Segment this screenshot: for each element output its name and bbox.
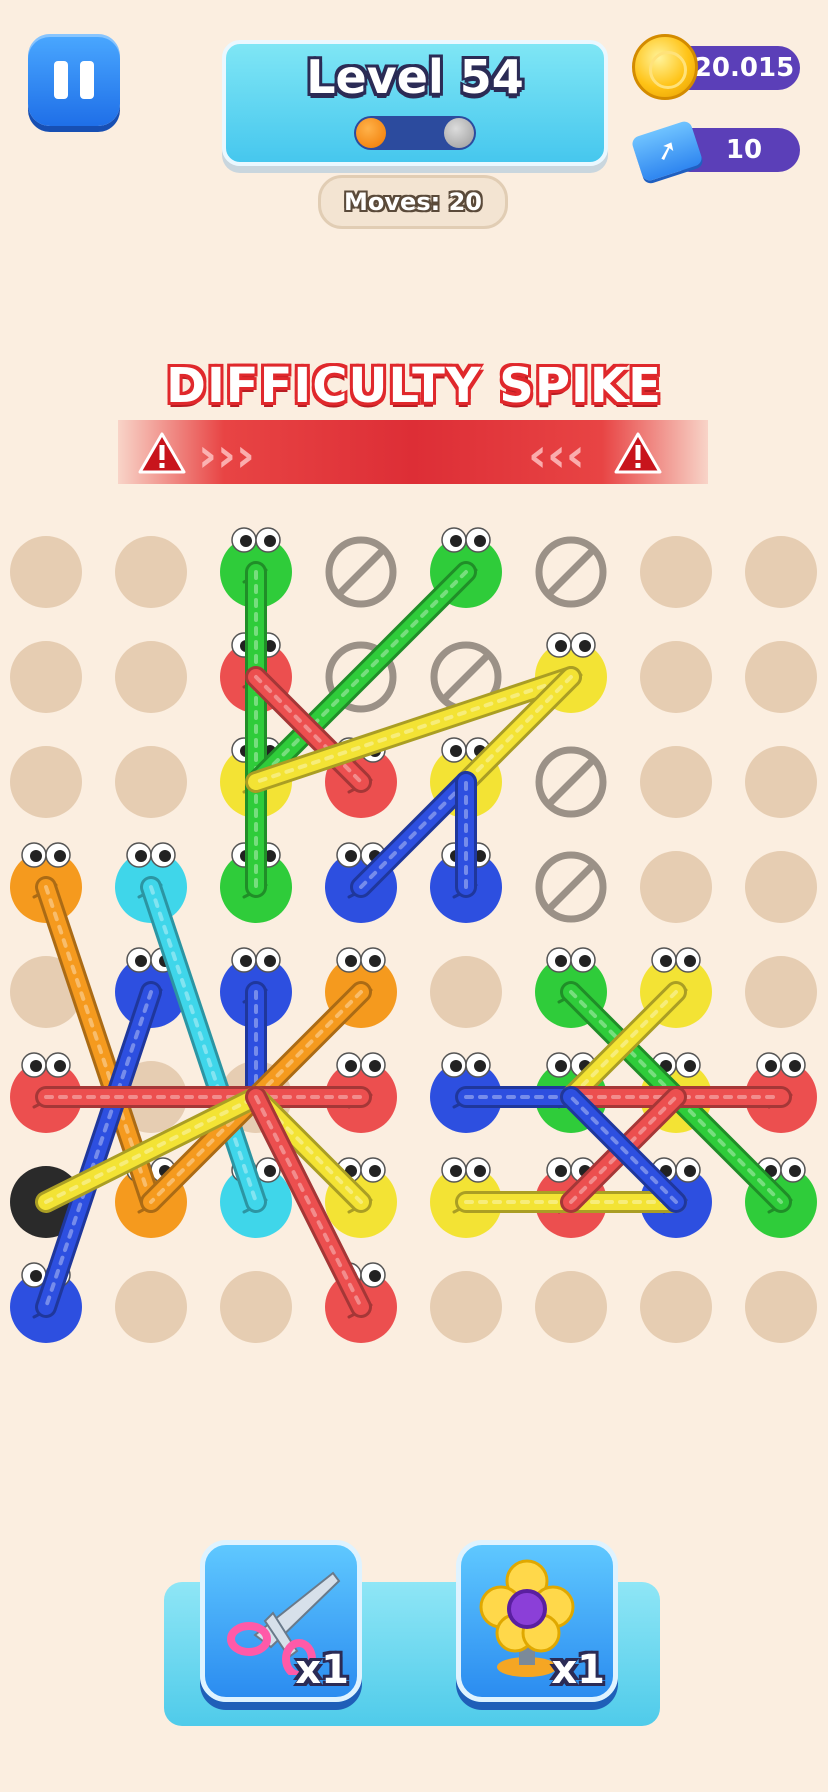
- blocked-hole-icon: [535, 536, 607, 608]
- empty-hole: [10, 641, 82, 713]
- empty-hole: [640, 1271, 712, 1343]
- empty-hole: [640, 641, 712, 713]
- scissors-booster-button[interactable]: x1: [200, 1540, 362, 1702]
- puzzle-board[interactable]: [0, 0, 828, 1792]
- empty-hole: [640, 746, 712, 818]
- blocked-hole-icon: [535, 746, 607, 818]
- screw-booster-count: x1: [551, 1647, 605, 1693]
- empty-hole: [115, 536, 187, 608]
- empty-hole: [10, 536, 82, 608]
- empty-hole: [640, 536, 712, 608]
- screw-booster-button[interactable]: x1: [456, 1540, 618, 1702]
- empty-hole: [115, 746, 187, 818]
- empty-hole: [535, 1271, 607, 1343]
- blocked-hole-icon: [325, 536, 397, 608]
- empty-hole: [745, 851, 817, 923]
- empty-hole: [745, 641, 817, 713]
- empty-hole: [745, 1271, 817, 1343]
- scissors-booster-count: x1: [295, 1647, 349, 1693]
- empty-hole: [745, 536, 817, 608]
- board-holes: [10, 527, 817, 1343]
- empty-hole: [430, 1271, 502, 1343]
- empty-hole: [115, 641, 187, 713]
- empty-hole: [430, 956, 502, 1028]
- empty-hole: [745, 956, 817, 1028]
- empty-hole: [640, 851, 712, 923]
- empty-hole: [745, 746, 817, 818]
- empty-hole: [10, 746, 82, 818]
- empty-hole: [220, 1271, 292, 1343]
- blocked-hole-icon: [535, 851, 607, 923]
- empty-hole: [115, 1271, 187, 1343]
